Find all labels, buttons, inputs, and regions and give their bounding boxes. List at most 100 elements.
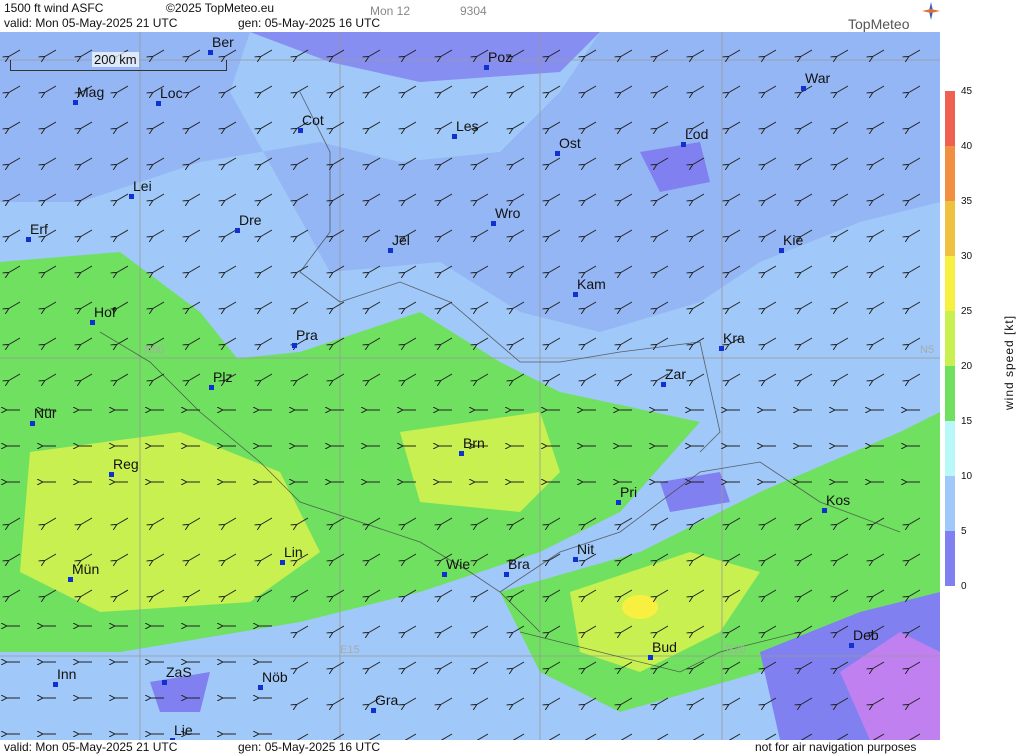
city-label: Kra — [723, 330, 745, 346]
city-label: Nit — [577, 541, 595, 557]
lat-n50-label: N50 — [144, 344, 165, 356]
legend-unit-label: wind speed [kt] — [1002, 314, 1016, 410]
city-label: Loc — [160, 85, 183, 101]
city-label: Ber — [212, 34, 234, 50]
footer-disclaimer: not for air navigation purposes — [755, 740, 917, 754]
city-marker — [162, 680, 167, 685]
valid-time: valid: Mon 05-May-2025 21 UTC — [4, 16, 178, 30]
city-marker — [68, 577, 73, 582]
city-label: Dre — [239, 212, 262, 228]
footer-gen-time: gen: 05-May-2025 16 UTC — [238, 740, 381, 754]
city-marker — [156, 101, 161, 106]
city-marker — [292, 343, 297, 348]
city-label: Lei — [133, 178, 152, 194]
city-label: Zar — [665, 366, 686, 382]
city-label: Nür — [34, 405, 57, 421]
city-label: Plz — [213, 369, 233, 385]
city-marker — [258, 685, 263, 690]
city-label: Kos — [826, 492, 851, 508]
scale-label: 200 km — [92, 52, 139, 67]
color-scale-bar — [945, 91, 955, 586]
city-label: Kam — [577, 276, 606, 292]
city-marker — [235, 228, 240, 233]
city-marker — [30, 421, 35, 426]
city-marker — [388, 248, 393, 253]
city-label: Lin — [284, 544, 303, 560]
city-marker — [719, 346, 724, 351]
city-label: War — [805, 70, 831, 86]
legend-tick-10: 10 — [961, 471, 973, 482]
legend-tick-40: 40 — [961, 141, 973, 152]
city-marker — [26, 237, 31, 242]
code-label: 9304 — [460, 4, 487, 18]
city-label: Lod — [685, 126, 709, 142]
city-label: Bud — [652, 639, 677, 655]
city-label: Hof — [94, 304, 116, 320]
footer: valid: Mon 05-May-2025 21 UTC gen: 05-Ma… — [0, 740, 1033, 754]
city-label: Jel — [392, 232, 410, 248]
city-label: Lie — [174, 722, 193, 738]
city-label: Nöb — [262, 669, 288, 685]
city-marker — [73, 100, 78, 105]
city-marker — [801, 86, 806, 91]
city-marker — [129, 194, 134, 199]
city-marker — [573, 557, 578, 562]
legend-tick-5: 5 — [961, 526, 967, 537]
legend-tick-15: 15 — [961, 416, 973, 427]
legend-tick-35: 35 — [961, 196, 973, 207]
city-marker — [822, 508, 827, 513]
city-marker — [109, 472, 114, 477]
city-marker — [648, 655, 653, 660]
city-label: Wie — [446, 556, 471, 572]
city-label: Wro — [495, 205, 521, 221]
footer-valid-time: valid: Mon 05-May-2025 21 UTC — [4, 740, 178, 754]
city-marker — [849, 643, 854, 648]
city-marker — [442, 572, 447, 577]
city-label: Pri — [620, 484, 638, 500]
city-label: Bra — [508, 556, 530, 572]
city-label: Mag — [77, 84, 105, 100]
city-marker — [452, 134, 457, 139]
city-label: Reg — [113, 456, 139, 472]
city-label: Brn — [463, 435, 485, 451]
city-marker — [491, 221, 496, 226]
brand-logo-text: TopMeteo — [848, 16, 910, 32]
lon-e15-label: E15 — [340, 644, 360, 656]
legend: 45 40 35 30 25 20 15 10 5 0 wind speed [… — [940, 0, 1033, 740]
city-marker — [298, 128, 303, 133]
city-marker — [280, 560, 285, 565]
compass-logo-icon — [922, 2, 940, 20]
wind-map[interactable]: 200 km N50 N5 E15 E20 Ber Poz War Mag Loc Cot… — [0, 32, 940, 740]
wind-field — [0, 32, 940, 740]
product-title: 1500 ft wind ASFC — [4, 1, 104, 15]
legend-tick-20: 20 — [961, 361, 973, 372]
city-label: Mün — [72, 561, 100, 577]
city-marker — [681, 142, 686, 147]
city-marker — [209, 385, 214, 390]
city-marker — [90, 320, 95, 325]
city-label: Deb — [853, 627, 879, 643]
lat-n5-edge-label: N5 — [920, 344, 935, 356]
city-label: Kie — [783, 232, 804, 248]
city-marker — [555, 151, 560, 156]
city-marker — [573, 292, 578, 297]
city-marker — [779, 248, 784, 253]
legend-tick-0: 0 — [961, 581, 967, 592]
city-label: Poz — [488, 49, 513, 65]
legend-tick-25: 25 — [961, 306, 973, 317]
lon-e20-label: E20 — [726, 644, 746, 656]
gen-time: gen: 05-May-2025 16 UTC — [238, 16, 381, 30]
city-marker — [208, 50, 213, 55]
city-marker — [616, 500, 621, 505]
city-label: Gra — [375, 692, 399, 708]
city-label: Erf — [30, 221, 48, 237]
city-marker — [371, 708, 376, 713]
city-label: ZaS — [166, 664, 192, 680]
city-label: Ost — [559, 135, 581, 151]
city-label: Inn — [57, 666, 77, 682]
header: 1500 ft wind ASFC ©2025 TopMeteo.eu Mon … — [0, 0, 940, 32]
city-marker — [459, 451, 464, 456]
city-label: Cot — [302, 112, 324, 128]
city-label: Pra — [296, 327, 318, 343]
legend-tick-30: 30 — [961, 251, 973, 262]
